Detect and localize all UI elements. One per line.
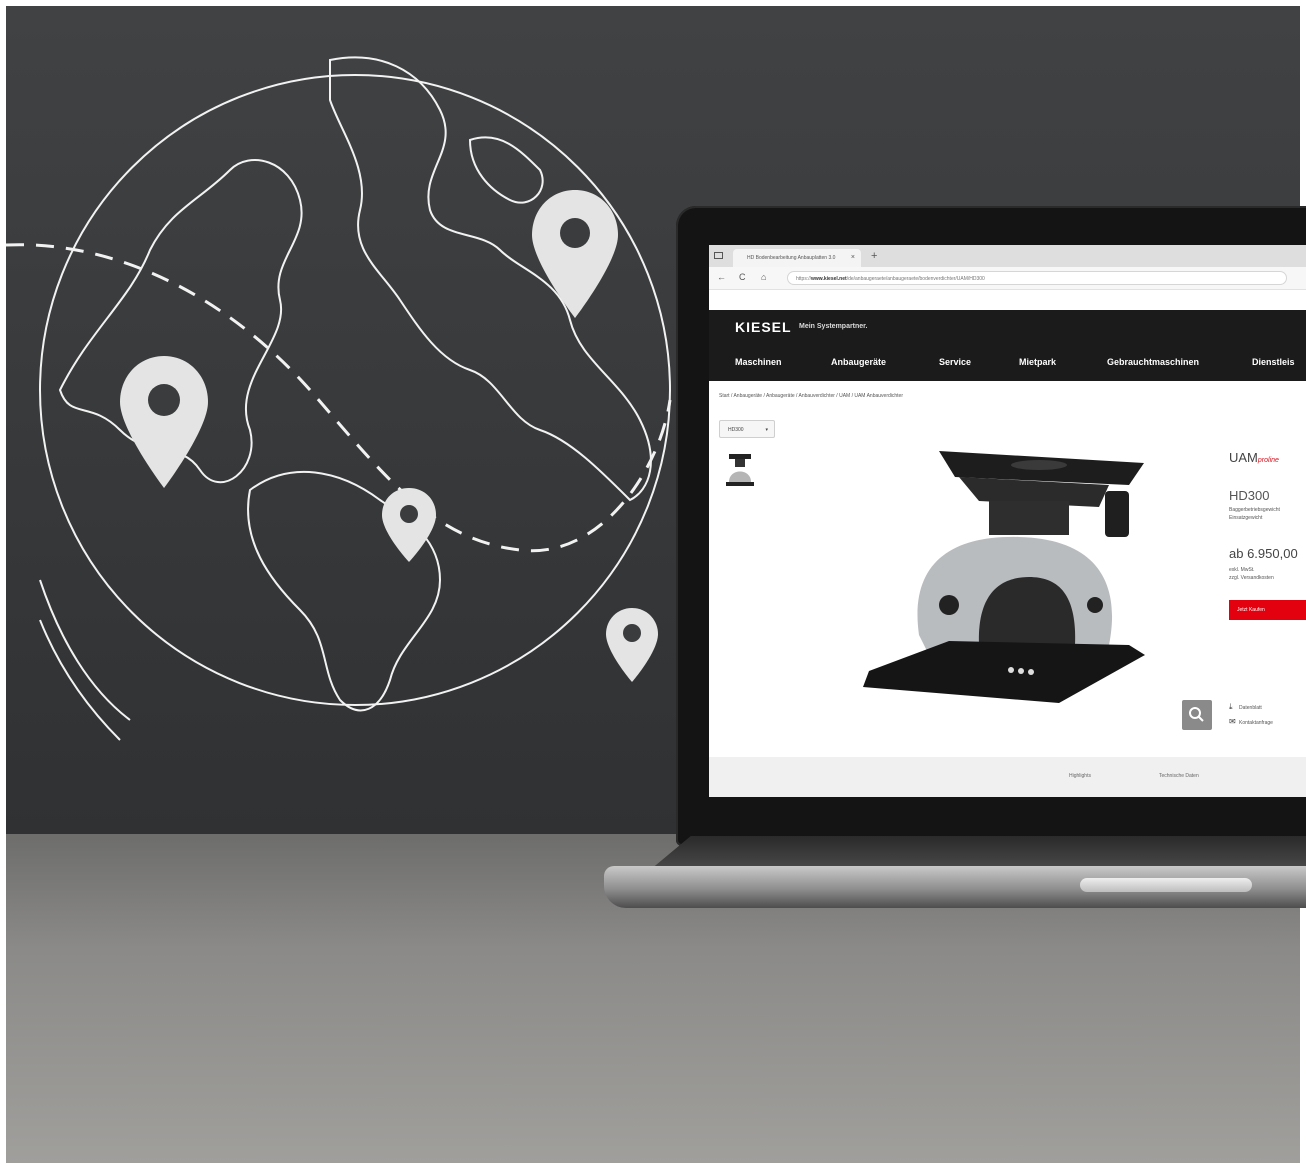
browser-address-bar: ← C ⌂ https://www.kiesel.net/de/anbauger… [709,267,1306,290]
location-pin-icon [606,608,658,682]
product-links: ⤓ Datenblatt ✉ Kontaktanfrage [1229,700,1273,730]
location-pin-icon [120,356,208,488]
product-thumbnail[interactable] [723,450,757,490]
breadcrumb[interactable]: Start / Anbaugeräte / Anbaugeräte / Anba… [719,393,903,399]
url-prefix: https:// [796,276,812,282]
tab-title: HD Bodenbearbeitung Anbauplatten 3.0 [747,255,836,261]
nav-item-maschinen[interactable]: Maschinen [735,350,782,374]
nav-item-gebrauchtmaschinen[interactable]: Gebrauchtmaschinen [1107,350,1199,374]
close-icon[interactable]: × [851,249,855,267]
new-tab-button[interactable]: + [871,249,877,263]
product-brand: UAMproline [1229,450,1279,465]
product-image-plate-compactor [863,451,1145,703]
variant-value: HD300 [728,427,744,433]
continent-island [468,136,544,204]
nav-item-service[interactable]: Service [939,350,971,374]
reload-icon[interactable]: C [739,271,746,283]
chevron-down-icon: ▾ [765,427,768,433]
product-price: ab 6.950,00 [1229,546,1298,561]
laptop-keyboard [650,836,1306,870]
tab-highlights[interactable]: Highlights [1069,773,1091,779]
map-pins [120,190,658,682]
url-field[interactable]: https://www.kiesel.net/de/anbaugeraete/a… [787,271,1287,285]
product-spec: Baggerbetriebsgewicht Einsatzgewicht [1229,506,1280,522]
laptop-screen: HD Bodenbearbeitung Anbauplatten 3.0 × +… [709,245,1306,797]
spec-line: Einsatzgewicht [1229,515,1263,521]
download-icon: ⤓ [1229,702,1233,711]
nav-item-dienstleistungen[interactable]: Dienstleis [1252,350,1295,374]
spec-line: Baggerbetriebsgewicht [1229,507,1280,513]
laptop-hinge [1080,878,1252,892]
url-path: /de/anbaugeraete/anbaugeraete/bodenverdi… [846,276,985,282]
url-domain: www.kiesel.net [811,276,847,282]
brand-sub: proline [1257,457,1279,464]
motion-line-2 [39,619,121,741]
back-arrow-icon[interactable]: ← [717,271,726,283]
datasheet-label: Datenblatt [1239,705,1262,711]
tax-note: exkl. MwSt. zzgl. Versandkosten [1229,566,1274,582]
datasheet-link[interactable]: ⤓ Datenblatt [1229,700,1273,715]
contact-label: Kontaktanfrage [1239,720,1273,726]
product-subnav: Highlights Technische Daten [709,757,1306,797]
nav-item-anbaugeraete[interactable]: Anbaugeräte [831,350,886,374]
nav-item-mietpark[interactable]: Mietpark [1019,350,1056,374]
home-icon[interactable]: ⌂ [761,271,766,283]
browser-tab-bar: HD Bodenbearbeitung Anbauplatten 3.0 × + [709,245,1306,267]
location-pin-icon [532,190,618,318]
tab-technical-data[interactable]: Technische Daten [1159,773,1199,779]
envelope-icon: ✉ [1229,717,1236,726]
tax-line: exkl. MwSt. [1229,567,1255,573]
location-pin-icon [382,488,436,562]
contact-link[interactable]: ✉ Kontaktanfrage [1229,715,1273,730]
main-navigation: Maschinen Anbaugeräte Service Mietpark G… [709,350,1306,374]
magnifier-icon [1189,707,1204,722]
site-header: KIESEL Mein Systempartner. Maschinen Anb… [709,310,1306,381]
buy-now-button[interactable]: Jetzt Kaufen [1229,600,1306,620]
browser-tab[interactable]: HD Bodenbearbeitung Anbauplatten 3.0 × [733,249,861,267]
variant-select[interactable]: HD300 ▾ [719,420,775,438]
kiesel-logo[interactable]: KIESEL [735,319,792,335]
photo-scene: HD Bodenbearbeitung Anbauplatten 3.0 × +… [0,0,1306,1167]
zoom-button[interactable] [1182,700,1212,730]
continent-eurasia [329,56,652,502]
tax-line: zzgl. Versandkosten [1229,575,1274,581]
logo-tagline: Mein Systempartner. [799,323,868,330]
product-model: HD300 [1229,488,1270,503]
window-icon [714,252,723,259]
brand-main: UAM [1229,450,1258,465]
